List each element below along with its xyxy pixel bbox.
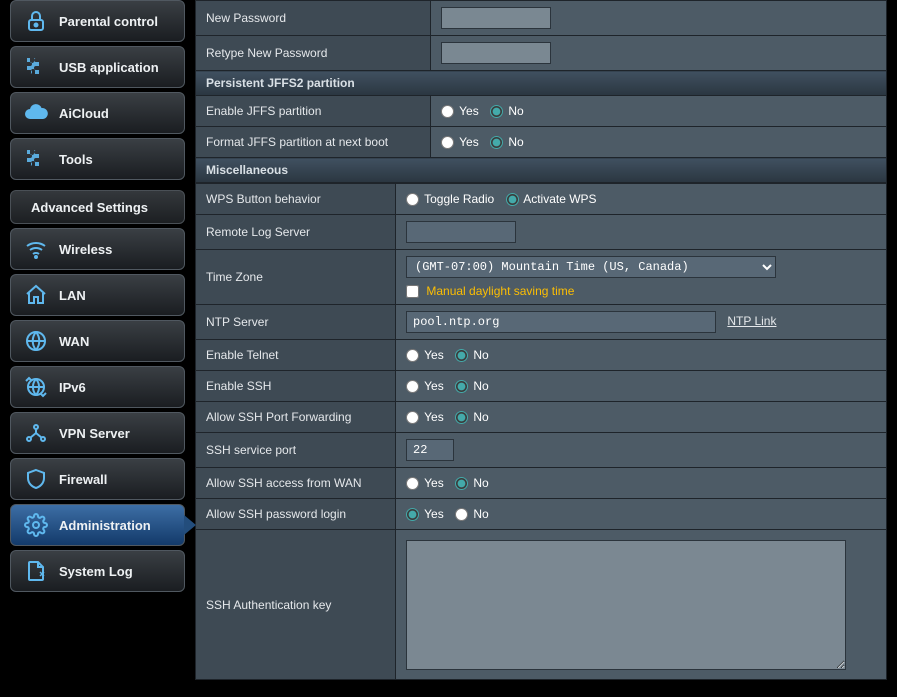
gear-icon	[21, 510, 51, 540]
shield-icon	[21, 464, 51, 494]
ssh-pwlogin-radio[interactable]: Yes No	[406, 507, 497, 521]
network-icon	[21, 418, 51, 448]
sidebar-item-firewall[interactable]: Firewall	[10, 458, 185, 500]
ssh-fwd-label: Allow SSH Port Forwarding	[196, 402, 396, 433]
sidebar-item-usb[interactable]: USB application	[10, 46, 185, 88]
document-icon	[21, 556, 51, 586]
jffs2-section-header: Persistent JFFS2 partition	[196, 71, 887, 96]
new-password-input[interactable]	[441, 7, 551, 29]
sidebar-item-label: Wireless	[59, 242, 112, 257]
ntp-label: NTP Server	[196, 305, 396, 340]
sidebar-item-tools[interactable]: Tools	[10, 138, 185, 180]
ssh-pwlogin-label: Allow SSH password login	[196, 499, 396, 530]
new-password-label: New Password	[196, 1, 431, 36]
sidebar-item-administration[interactable]: Administration	[10, 504, 185, 546]
wps-label: WPS Button behavior	[196, 184, 396, 215]
lock-icon	[21, 6, 51, 36]
globe-icon	[21, 326, 51, 356]
remote-log-label: Remote Log Server	[196, 215, 396, 250]
retype-password-input[interactable]	[441, 42, 551, 64]
ssh-label: Enable SSH	[196, 371, 396, 402]
ssh-authkey-label: SSH Authentication key	[196, 530, 396, 680]
sidebar-item-vpn[interactable]: VPN Server	[10, 412, 185, 454]
sidebar-item-systemlog[interactable]: System Log	[10, 550, 185, 592]
sidebar-item-ipv6[interactable]: IPv6	[10, 366, 185, 408]
sidebar-item-wireless[interactable]: Wireless	[10, 228, 185, 270]
main-panel: New Password Retype New Password Persist…	[195, 0, 897, 697]
timezone-select[interactable]: (GMT-07:00) Mountain Time (US, Canada)	[406, 256, 776, 278]
ssh-wan-label: Allow SSH access from WAN	[196, 468, 396, 499]
sidebar-item-label: VPN Server	[59, 426, 130, 441]
enable-jffs-radio[interactable]: Yes No	[441, 104, 532, 118]
sidebar-item-wan[interactable]: WAN	[10, 320, 185, 362]
format-jffs-label: Format JFFS partition at next boot	[196, 127, 431, 158]
sidebar-item-aicloud[interactable]: AiCloud	[10, 92, 185, 134]
retype-password-label: Retype New Password	[196, 36, 431, 71]
wps-radio[interactable]: Toggle Radio Activate WPS	[406, 192, 605, 206]
telnet-label: Enable Telnet	[196, 340, 396, 371]
ssh-radio[interactable]: Yes No	[406, 379, 497, 393]
sidebar-item-label: IPv6	[59, 380, 86, 395]
ssh-port-input[interactable]	[406, 439, 454, 461]
format-jffs-radio[interactable]: Yes No	[441, 135, 532, 149]
home-icon	[21, 280, 51, 310]
puzzle-icon	[21, 144, 51, 174]
dst-checkbox[interactable]	[406, 285, 419, 298]
ntp-link[interactable]: NTP Link	[727, 314, 776, 328]
ssh-port-label: SSH service port	[196, 433, 396, 468]
sidebar-item-parental[interactable]: Parental control	[10, 0, 185, 42]
ssh-authkey-textarea[interactable]	[406, 540, 846, 670]
sidebar-item-label: USB application	[59, 60, 159, 75]
sidebar-item-label: WAN	[59, 334, 89, 349]
sidebar-item-lan[interactable]: LAN	[10, 274, 185, 316]
dst-label: Manual daylight saving time	[426, 284, 574, 298]
sidebar-item-label: Administration	[59, 518, 151, 533]
enable-jffs-label: Enable JFFS partition	[196, 96, 431, 127]
sidebar-item-label: Tools	[59, 152, 93, 167]
sidebar: Parental control USB application AiCloud…	[0, 0, 195, 697]
remote-log-input[interactable]	[406, 221, 516, 243]
wifi-icon	[21, 234, 51, 264]
sidebar-item-label: AiCloud	[59, 106, 109, 121]
cloud-icon	[21, 98, 51, 128]
globe-arrows-icon	[21, 372, 51, 402]
sidebar-item-label: Firewall	[59, 472, 107, 487]
ntp-server-input[interactable]	[406, 311, 716, 333]
misc-section-header: Miscellaneous	[196, 158, 887, 183]
sidebar-item-label: LAN	[59, 288, 86, 303]
sidebar-item-label: Parental control	[59, 14, 158, 29]
puzzle-icon	[21, 52, 51, 82]
advanced-settings-header: Advanced Settings	[10, 190, 185, 224]
timezone-label: Time Zone	[196, 250, 396, 305]
sidebar-item-label: System Log	[59, 564, 133, 579]
ssh-fwd-radio[interactable]: Yes No	[406, 410, 497, 424]
ssh-wan-radio[interactable]: Yes No	[406, 476, 497, 490]
telnet-radio[interactable]: Yes No	[406, 348, 497, 362]
